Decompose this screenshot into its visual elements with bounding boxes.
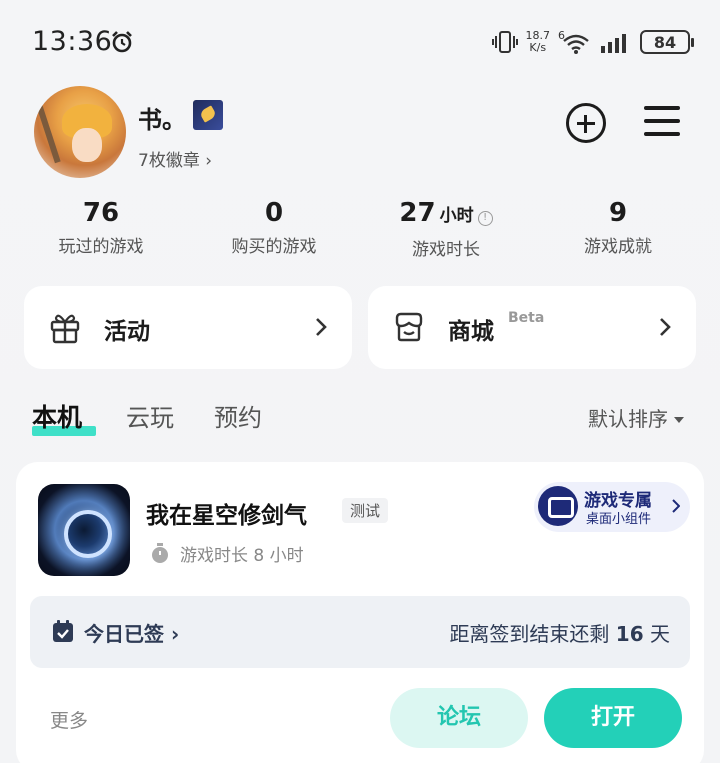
net-speed: 18.7 K/s (525, 29, 551, 54)
vibrate-icon (491, 31, 518, 53)
open-button[interactable]: 打开 (544, 688, 682, 748)
store-label: 商城 (448, 319, 494, 345)
menu-icon[interactable] (644, 106, 680, 136)
game-title[interactable]: 我在星空修剑气 (146, 496, 307, 530)
game-card[interactable]: 我在星空修剑气 测试 游戏专属 桌面小组件 游戏时长 8 小时 今日已签 › 距… (16, 462, 704, 763)
chevron-right-icon (660, 318, 671, 336)
gamepad-icon (538, 486, 578, 526)
store-icon (395, 312, 423, 342)
calendar-check-icon (53, 620, 73, 642)
signin-remaining: 距离签到结束还剩 16 天 (449, 622, 670, 646)
beta-tag: Beta (508, 310, 545, 326)
store-card[interactable]: 商城 Beta (368, 286, 696, 369)
signin-bar[interactable]: 今日已签 › 距离签到结束还剩 16 天 (30, 596, 690, 668)
caret-down-icon (674, 417, 684, 423)
username[interactable]: 书。 (138, 100, 186, 135)
tab-cloud[interactable]: 云玩 (126, 398, 174, 433)
status-icons: 18.7 K/s 6 84 (491, 28, 694, 56)
more-button[interactable]: 更多 (50, 706, 88, 733)
sort-dropdown[interactable]: 默认排序 (588, 403, 684, 432)
stats-row: 76 玩过的游戏 0 购买的游戏 27 小时! 游戏时长 9 游戏成就 (0, 196, 720, 260)
activity-label: 活动 (104, 319, 150, 345)
info-icon[interactable]: ! (477, 211, 493, 226)
badges-link[interactable]: 7枚徽章 › (138, 146, 212, 171)
widget-button[interactable]: 游戏专属 桌面小组件 (534, 482, 690, 532)
widget-subtitle: 桌面小组件 (586, 512, 652, 527)
stat-achievements[interactable]: 9 游戏成就 (528, 196, 708, 257)
game-cover-icon[interactable] (38, 484, 130, 576)
stat-play-time[interactable]: 27 小时! 游戏时长 (356, 196, 536, 260)
avatar[interactable] (34, 86, 126, 178)
gift-icon (50, 314, 80, 344)
tab-local[interactable]: 本机 (32, 398, 96, 436)
forum-button[interactable]: 论坛 (390, 688, 528, 748)
game-playtime: 游戏时长 8 小时 (180, 546, 304, 566)
chevron-right-icon (672, 499, 680, 513)
alarm-icon (112, 31, 132, 53)
activity-card[interactable]: 活动 (24, 286, 352, 369)
test-tag: 测试 (342, 498, 389, 523)
timer-icon (152, 543, 168, 563)
tab-reserve[interactable]: 预约 (214, 398, 262, 433)
chevron-right-icon (316, 318, 327, 336)
signed-today-link[interactable]: 今日已签 › (84, 618, 179, 647)
wifi-icon: 6 (558, 29, 589, 54)
stat-played-games[interactable]: 76 玩过的游戏 (11, 196, 191, 257)
status-time: 13:36 (32, 26, 113, 57)
status-bar: 13:36 18.7 K/s 6 84 (0, 0, 720, 86)
plus-circle-icon[interactable] (566, 103, 606, 143)
stat-purchased-games[interactable]: 0 购买的游戏 (184, 196, 364, 257)
user-badge-icon[interactable] (193, 100, 223, 130)
signal-icon (601, 34, 626, 53)
battery-icon: 84 (640, 30, 694, 54)
